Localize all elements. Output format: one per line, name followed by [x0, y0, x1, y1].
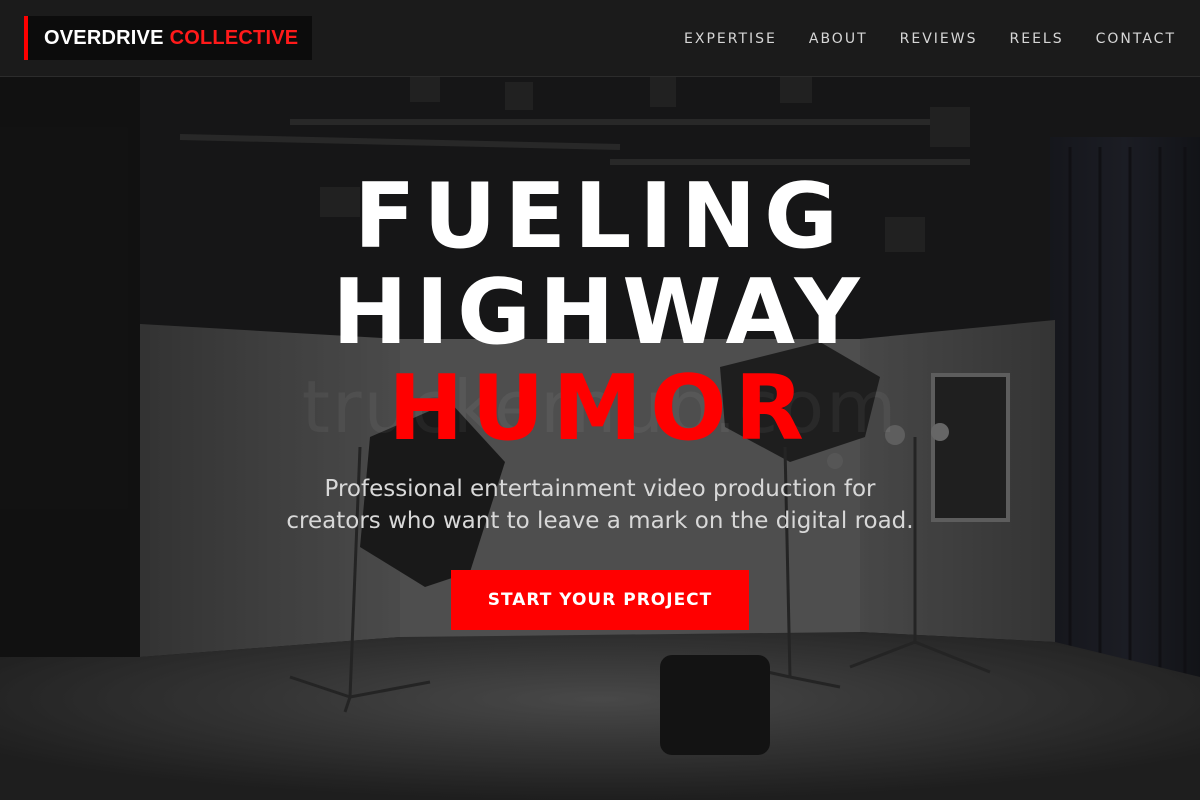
main-nav: EXPERTISE ABOUT REVIEWS REELS CONTACT	[684, 0, 1176, 77]
site-header: OVERDRIVE COLLECTIVE EXPERTISE ABOUT REV…	[0, 0, 1200, 77]
nav-link-about[interactable]: ABOUT	[809, 31, 868, 47]
logo[interactable]: OVERDRIVE COLLECTIVE	[24, 16, 312, 60]
tagline-line-2: creators who want to leave a mark on the…	[286, 508, 914, 534]
hero-section: truckerhub.com FUELING HIGHWAY HUMOR Pro…	[0, 77, 1200, 800]
hero-tagline: Professional entertainment video product…	[0, 473, 1200, 537]
nav-link-expertise[interactable]: EXPERTISE	[684, 31, 777, 47]
nav-link-reels[interactable]: REELS	[1010, 31, 1064, 47]
headline-line-1: FUELING	[353, 164, 847, 269]
tagline-line-1: Professional entertainment video product…	[324, 476, 876, 502]
nav-link-reviews[interactable]: REVIEWS	[900, 31, 978, 47]
headline-line-2: HIGHWAY	[332, 260, 868, 365]
start-project-button[interactable]: START YOUR PROJECT	[451, 570, 749, 630]
logo-text-accent: COLLECTIVE	[169, 26, 299, 49]
headline-line-3-accent: HUMOR	[388, 356, 812, 461]
nav-link-contact[interactable]: CONTACT	[1096, 31, 1176, 47]
logo-text-primary: OVERDRIVE	[44, 26, 164, 49]
